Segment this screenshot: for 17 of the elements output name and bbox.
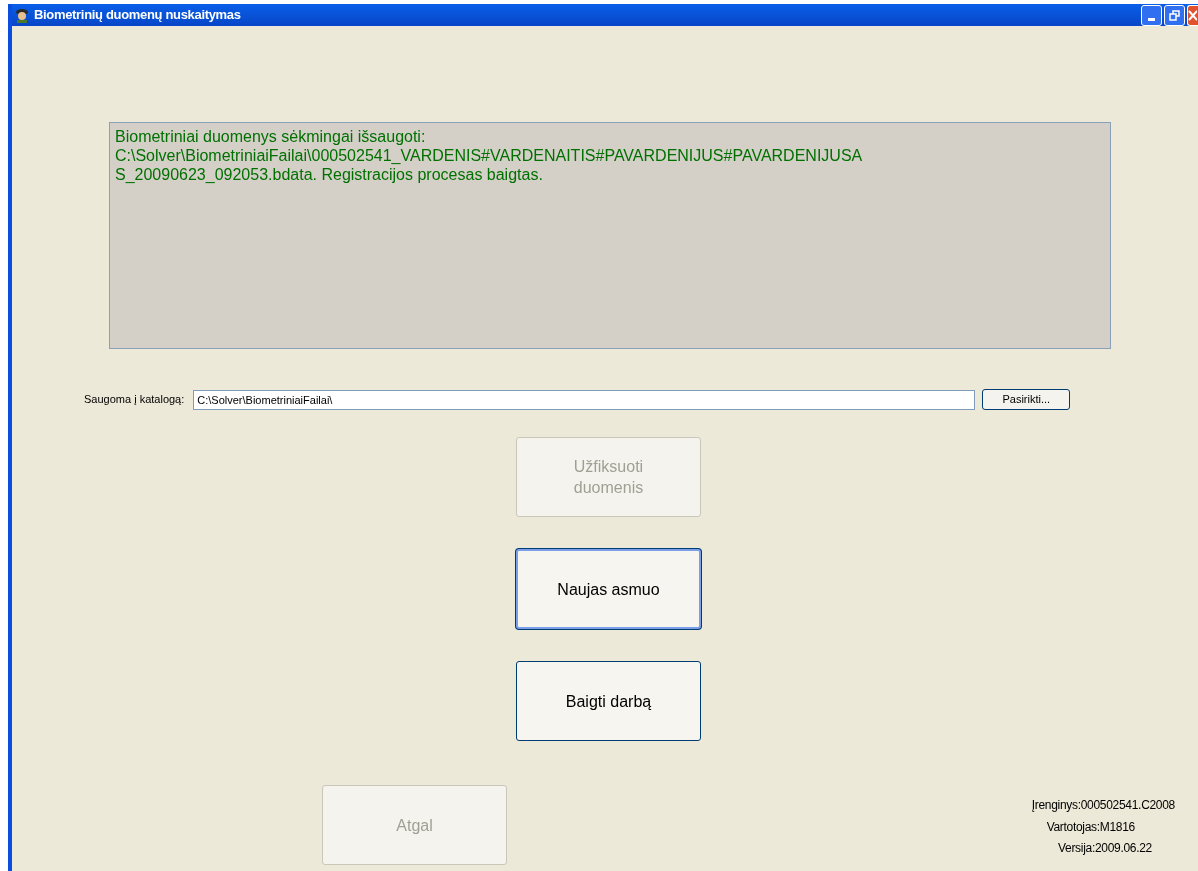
folder-label: Saugoma į katalogą: <box>84 392 185 408</box>
status-text: Įrenginys:000502541.C2008 <box>1031 797 1175 814</box>
close-icon <box>1188 9 1197 21</box>
close-button[interactable] <box>1187 4 1198 26</box>
minimize-icon <box>1148 17 1155 21</box>
restore-icon <box>1169 9 1180 21</box>
folder-field[interactable]: C:\Solver\BiometriniaiFailai\ <box>193 389 976 410</box>
restore-button[interactable] <box>1164 4 1185 26</box>
browse-button[interactable]: Pasirikti... <box>982 389 1071 410</box>
status-text: Versija:2009.06.22 <box>1058 840 1152 857</box>
action-button[interactable]: Baigti darbą <box>516 661 701 741</box>
person-icon <box>14 7 30 23</box>
action-button[interactable]: Naujas asmuo <box>516 549 701 629</box>
status-text: Vartotojas:M1816 <box>1046 818 1135 836</box>
status-message: Biometriniai duomenys sėkmingai išsaugoti: C:\Solver\BiometriniaiFailai\000502541_VARDENIS#VARDENAITIS#PAVARDENIJUS#PAVARDENIJUSA S_20090623_092053.bdata. Registracijos procesas baigtas. <box>115 127 864 184</box>
window-title: Biometrinių duomenų nuskaitymas <box>34 6 241 25</box>
minimize-button[interactable] <box>1141 4 1162 26</box>
